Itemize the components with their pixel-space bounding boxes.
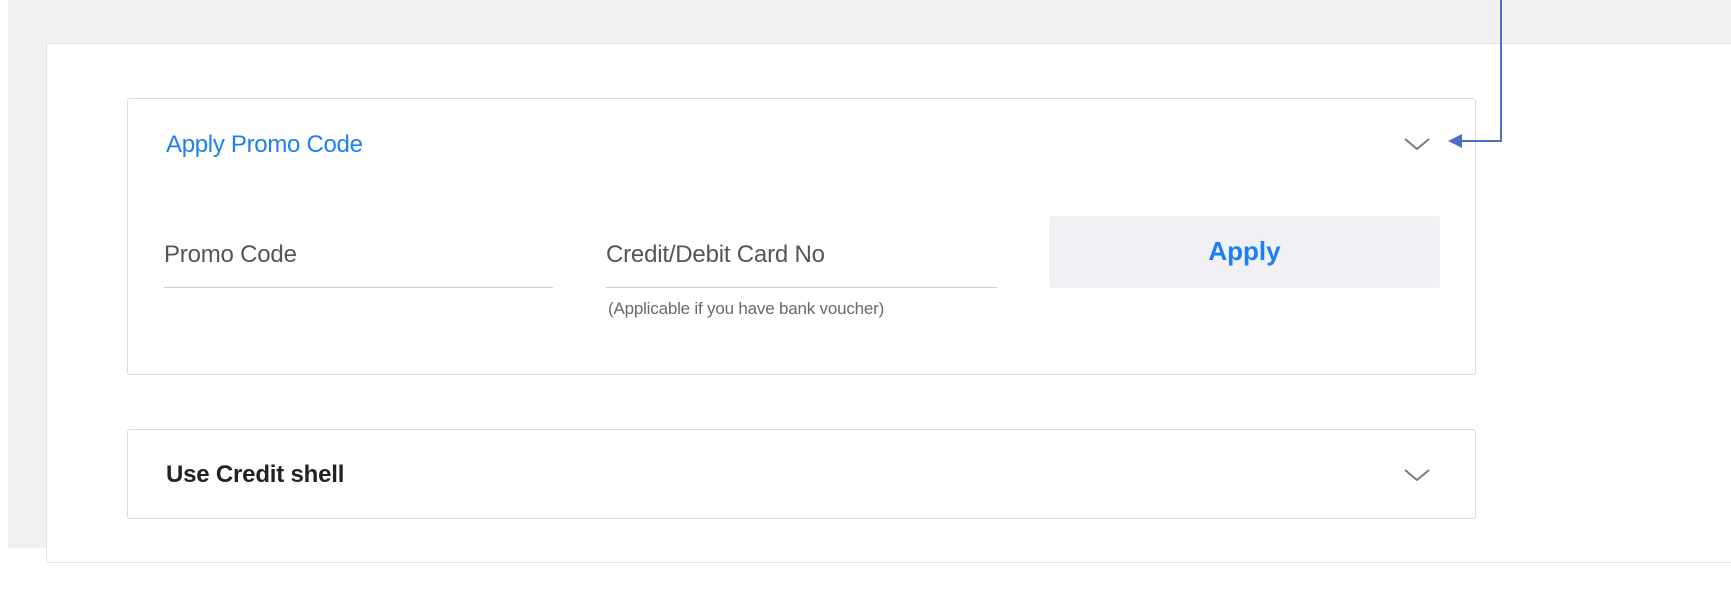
promo-code-field — [164, 235, 553, 288]
card-number-input[interactable] — [606, 235, 997, 275]
credit-shell-panel[interactable]: Use Credit shell — [127, 429, 1476, 519]
credit-shell-title[interactable]: Use Credit shell — [166, 461, 344, 489]
promo-panel-title[interactable]: Apply Promo Code — [166, 131, 363, 159]
apply-button[interactable]: Apply — [1049, 216, 1440, 288]
card-number-underline — [606, 287, 997, 288]
chevron-down-icon[interactable] — [1402, 135, 1432, 153]
card-hint-text: (Applicable if you have bank voucher) — [608, 299, 885, 318]
promo-code-underline — [164, 287, 553, 288]
card-number-field — [606, 235, 997, 288]
annotation-arrow-icon — [1440, 0, 1510, 160]
promo-code-panel: Apply Promo Code (Applicable if you have… — [127, 98, 1476, 375]
chevron-down-icon[interactable] — [1402, 466, 1432, 484]
promo-code-input[interactable] — [164, 235, 553, 275]
